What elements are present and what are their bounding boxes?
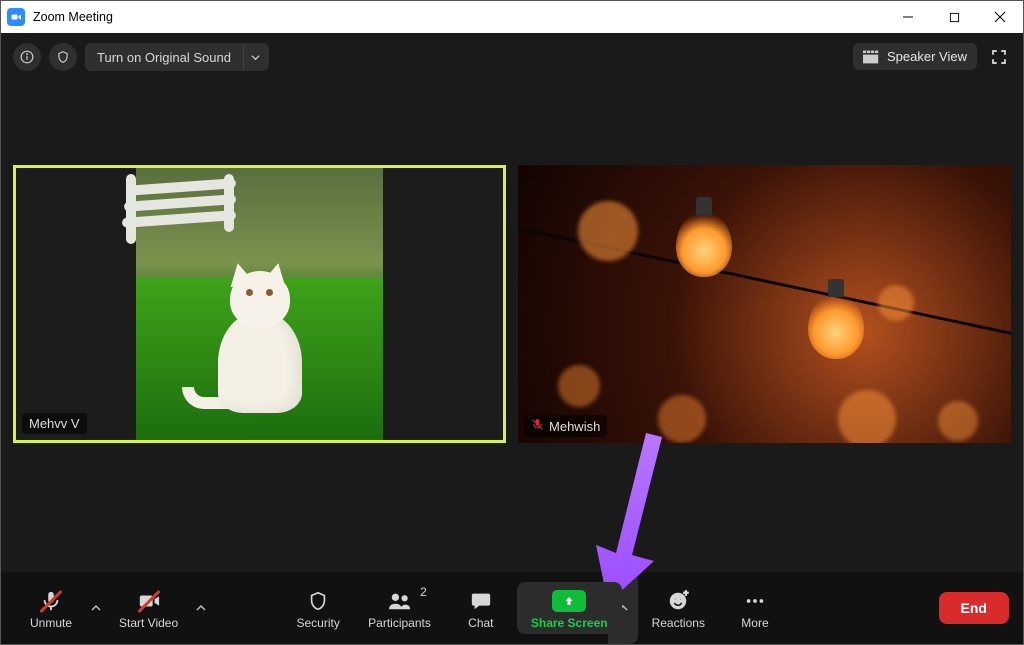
- encryption-shield-icon[interactable]: [49, 43, 77, 71]
- zoom-app-icon: [7, 8, 25, 26]
- original-sound-toggle[interactable]: Turn on Original Sound: [85, 43, 269, 71]
- speaker-view-button[interactable]: Speaker View: [853, 43, 977, 70]
- speaker-view-label: Speaker View: [887, 49, 967, 64]
- original-sound-label: Turn on Original Sound: [85, 50, 243, 65]
- maximize-button[interactable]: [931, 1, 977, 33]
- mic-muted-icon: [531, 418, 544, 434]
- unmute-label: Unmute: [30, 616, 72, 630]
- participants-button[interactable]: 2 Participants: [354, 582, 445, 634]
- participant-name-tag: Mehwish: [524, 415, 607, 437]
- share-screen-button[interactable]: Share Screen: [517, 582, 622, 634]
- title-bar: Zoom Meeting: [1, 1, 1023, 33]
- video-tile[interactable]: Mehwish: [518, 165, 1011, 443]
- zoom-window: Zoom Meeting Turn on Original Sound Spea…: [0, 0, 1024, 645]
- smiley-icon: +: [667, 588, 689, 614]
- participant-video: [518, 165, 1011, 443]
- share-screen-label: Share Screen: [531, 616, 608, 630]
- participants-icon: [387, 588, 413, 614]
- meeting-toolbar: Unmute Start Video Security: [1, 572, 1023, 644]
- participant-video: [16, 168, 503, 440]
- chat-label: Chat: [468, 616, 493, 630]
- microphone-muted-icon: [40, 588, 62, 614]
- fullscreen-button[interactable]: [987, 45, 1011, 69]
- video-tile-active[interactable]: Mehvv V: [13, 165, 506, 443]
- minimize-button[interactable]: [885, 1, 931, 33]
- reactions-label: Reactions: [652, 616, 705, 630]
- meeting-area: Turn on Original Sound Speaker View: [1, 33, 1023, 644]
- chat-icon: [469, 588, 493, 614]
- participant-name-tag: Mehvv V: [22, 413, 87, 434]
- participants-count: 2: [420, 585, 427, 599]
- original-sound-caret-icon[interactable]: [243, 45, 267, 69]
- security-label: Security: [296, 616, 339, 630]
- video-options-caret-icon[interactable]: [192, 588, 210, 628]
- shield-icon: [307, 588, 329, 614]
- window-controls: [885, 1, 1023, 33]
- window-title: Zoom Meeting: [33, 10, 885, 24]
- video-grid: Mehvv V: [1, 81, 1023, 572]
- reactions-button[interactable]: + Reactions: [638, 582, 719, 634]
- audio-options-caret-icon[interactable]: [87, 588, 105, 628]
- start-video-label: Start Video: [119, 616, 178, 630]
- meeting-info-icon[interactable]: [13, 43, 41, 71]
- participant-name: Mehwish: [549, 419, 600, 434]
- speaker-view-icon: [863, 50, 879, 64]
- participants-label: Participants: [368, 616, 431, 630]
- participant-name: Mehvv V: [29, 416, 80, 431]
- end-label: End: [961, 600, 987, 616]
- top-right-controls: Speaker View: [853, 43, 1011, 70]
- end-meeting-button[interactable]: End: [939, 592, 1009, 624]
- chat-button[interactable]: Chat: [445, 582, 517, 634]
- more-label: More: [741, 616, 768, 630]
- unmute-button[interactable]: Unmute: [15, 582, 87, 634]
- more-icon: [744, 588, 766, 614]
- more-button[interactable]: More: [719, 582, 791, 634]
- close-button[interactable]: [977, 1, 1023, 33]
- share-screen-icon: [552, 588, 586, 614]
- start-video-button[interactable]: Start Video: [105, 582, 192, 634]
- security-button[interactable]: Security: [282, 582, 354, 634]
- svg-text:+: +: [684, 590, 689, 598]
- video-off-icon: [137, 588, 161, 614]
